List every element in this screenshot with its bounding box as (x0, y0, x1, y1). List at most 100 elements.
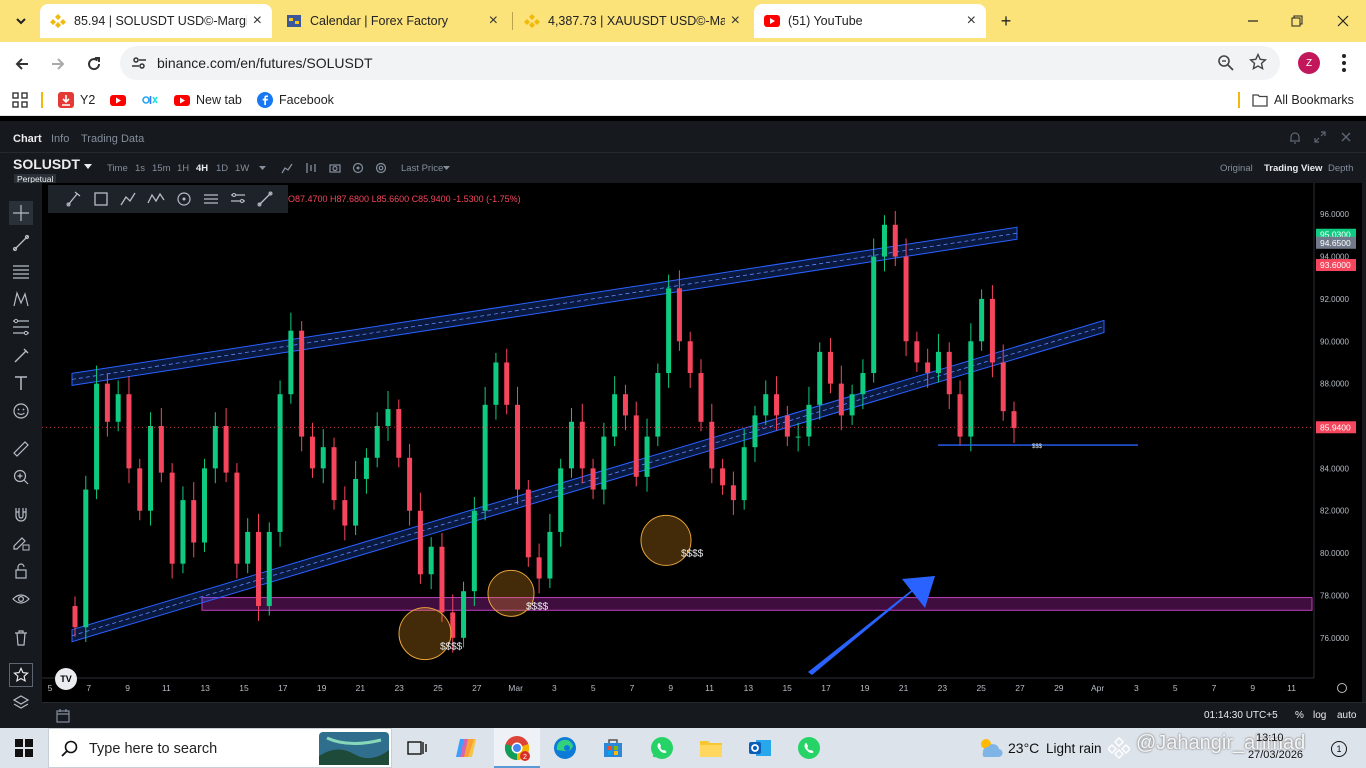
horizontal-lines-tool[interactable] (9, 259, 33, 283)
hide-tool[interactable] (9, 587, 33, 611)
whatsapp-button[interactable] (648, 734, 676, 762)
tab-search-button[interactable] (8, 8, 34, 34)
chart-time-display[interactable]: 01:14:30 UTC+5 (1204, 710, 1278, 721)
close-icon[interactable] (1340, 131, 1352, 143)
layers-tool[interactable] (9, 691, 33, 715)
tab-youtube[interactable]: (51) YouTube × (754, 4, 986, 38)
profile-avatar[interactable]: Z (1298, 52, 1320, 74)
whatsapp-button-2[interactable] (795, 734, 823, 762)
view-original[interactable]: Original (1220, 163, 1253, 174)
timeframe-1h[interactable]: 1H (177, 163, 189, 174)
bookmark-y2[interactable]: Y2 (58, 90, 95, 110)
caret-down-icon[interactable] (443, 166, 450, 171)
tab-forex-factory[interactable]: Calendar | Forex Factory × (276, 4, 508, 38)
star-icon[interactable] (1249, 53, 1267, 71)
log-scale-button[interactable]: log (1313, 710, 1326, 721)
task-view-button[interactable] (403, 734, 431, 762)
address-bar[interactable]: binance.com/en/futures/SOLUSDT (120, 46, 1280, 80)
clock-time[interactable]: 13:10 (1256, 732, 1284, 744)
target-icon[interactable] (176, 191, 192, 207)
tab-xauusdt[interactable]: 4,387.73 | XAUUSDT USD©-Ma × (514, 4, 750, 38)
settings-icon[interactable] (352, 162, 364, 174)
taskbar-search[interactable]: Type here to search (48, 728, 392, 768)
browser-menu-button[interactable] (1334, 52, 1354, 74)
restore-button[interactable] (1282, 6, 1312, 36)
tab-trading-data[interactable]: Trading Data (81, 133, 144, 145)
tab-info[interactable]: Info (51, 133, 69, 145)
gear-icon[interactable] (375, 162, 387, 174)
timeframe-15m[interactable]: 15m (152, 163, 170, 174)
close-icon[interactable]: × (489, 12, 498, 30)
timeframe-1d[interactable]: 1D (216, 163, 228, 174)
bookmark-olx[interactable] (142, 90, 164, 110)
zoom-icon[interactable] (1217, 54, 1235, 72)
close-icon[interactable]: × (967, 12, 976, 30)
tab-solusdt[interactable]: 85.94 | SOLUSDT USD©-Margin × (40, 4, 272, 38)
close-icon[interactable]: × (731, 12, 740, 30)
zoom-tool[interactable] (9, 465, 33, 489)
timeframe-1w[interactable]: 1W (235, 163, 249, 174)
channel-icon[interactable] (203, 191, 219, 207)
edge-button[interactable] (551, 734, 579, 762)
auto-scale-button[interactable]: auto (1337, 710, 1356, 721)
pencil-icon[interactable] (66, 191, 82, 207)
tab-chart[interactable]: Chart (13, 133, 42, 145)
path-icon[interactable] (120, 191, 136, 207)
price-type-selector[interactable]: Last Price (401, 163, 443, 174)
zigzag-icon[interactable] (147, 191, 165, 207)
text-tool[interactable] (9, 371, 33, 395)
crosshair-tool[interactable] (9, 201, 33, 225)
delete-tool[interactable] (9, 626, 33, 650)
favorites-tool[interactable] (9, 663, 33, 687)
bookmark-new-tab[interactable]: New tab (174, 90, 242, 110)
parallel-icon[interactable] (230, 191, 246, 207)
clock-date[interactable]: 27/03/2026 (1248, 749, 1303, 761)
drawing-mode-tool[interactable] (9, 531, 33, 555)
copilot-button[interactable] (452, 734, 480, 762)
camera-icon[interactable] (329, 162, 341, 174)
new-tab-button[interactable]: + (993, 8, 1019, 34)
timeframe-time[interactable]: Time (107, 163, 128, 174)
emoji-tool[interactable] (9, 399, 33, 423)
weather-widget[interactable] (976, 734, 1004, 762)
bell-icon[interactable] (1289, 131, 1301, 144)
chrome-taskbar-button[interactable]: 2 (494, 728, 540, 768)
minimize-button[interactable] (1238, 6, 1268, 36)
view-trading-view[interactable]: Trading View (1264, 163, 1322, 174)
pattern-tool[interactable] (9, 287, 33, 311)
timeframe-4h[interactable]: 4H (196, 163, 208, 174)
caret-down-icon[interactable] (259, 166, 266, 171)
start-button[interactable] (10, 734, 38, 762)
site-settings-icon[interactable] (131, 55, 147, 71)
symbol-name[interactable]: SOLUSDT (13, 156, 80, 172)
magnet-tool[interactable] (9, 503, 33, 527)
expand-icon[interactable] (1314, 131, 1326, 143)
bookmark-facebook[interactable]: Facebook (257, 90, 334, 110)
close-window-button[interactable] (1328, 6, 1358, 36)
timeframe-1s[interactable]: 1s (135, 163, 145, 174)
price-chart[interactable]: 96.000094.000092.000090.000088.000086.00… (42, 183, 1362, 703)
url-text[interactable]: binance.com/en/futures/SOLUSDT (157, 55, 373, 71)
store-button[interactable] (599, 734, 627, 762)
notification-badge[interactable]: 1 (1331, 741, 1347, 757)
outlook-button[interactable] (746, 734, 774, 762)
all-bookmarks[interactable]: All Bookmarks (1252, 90, 1354, 110)
back-button[interactable] (8, 50, 36, 78)
apps-grid-icon[interactable] (12, 92, 28, 108)
caret-down-icon[interactable] (84, 164, 92, 170)
measure-tool[interactable] (9, 437, 33, 461)
fib-tool[interactable] (9, 315, 33, 339)
bookmark-youtube[interactable] (110, 90, 132, 110)
view-depth[interactable]: Depth (1328, 163, 1353, 174)
indicators-icon[interactable] (305, 162, 317, 174)
close-icon[interactable]: × (253, 12, 262, 30)
percent-scale-button[interactable]: % (1295, 710, 1304, 721)
forward-button[interactable] (44, 50, 72, 78)
reload-button[interactable] (80, 50, 108, 78)
date-range-icon[interactable] (56, 709, 70, 723)
rectangle-icon[interactable] (93, 191, 109, 207)
brush-tool[interactable] (9, 343, 33, 367)
chart-canvas[interactable]: 96.000094.000092.000090.000088.000086.00… (42, 183, 1362, 703)
lock-tool[interactable] (9, 559, 33, 583)
trend-line-tool[interactable] (9, 231, 33, 255)
